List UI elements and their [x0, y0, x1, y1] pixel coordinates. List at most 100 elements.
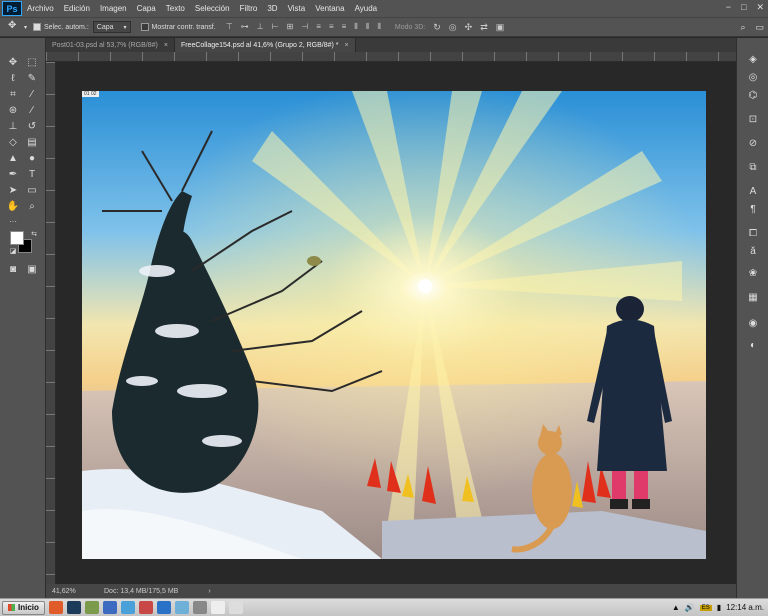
- show-transform-checkbox[interactable]: [140, 23, 149, 31]
- menu-filtro[interactable]: Filtro: [235, 4, 263, 13]
- folder-taskbar-icon[interactable]: [174, 601, 189, 614]
- explorer-taskbar-icon[interactable]: [102, 601, 117, 614]
- quick-mask-icon[interactable]: ◙: [6, 262, 20, 276]
- start-button[interactable]: Inicio: [2, 600, 45, 615]
- roll-3d-icon[interactable]: ◎: [449, 22, 457, 33]
- libraries-icon[interactable]: ⧉: [746, 160, 760, 174]
- clock[interactable]: 12:14 a.m.: [726, 603, 764, 612]
- pen-icon[interactable]: ✒: [6, 167, 20, 181]
- type-icon[interactable]: T: [25, 167, 39, 181]
- distribute-hcenter-icon[interactable]: ⦀: [366, 22, 370, 32]
- tab-freecollage154[interactable]: FreeCollage154.psd al 41,6% (Grupo 2, RG…: [174, 38, 356, 52]
- default-colors-icon[interactable]: ◪: [6, 244, 20, 258]
- auto-select-dropdown[interactable]: Capa ▾: [92, 21, 131, 33]
- foreground-color-swatch[interactable]: [10, 231, 24, 245]
- history-brush-icon[interactable]: ↺: [25, 119, 39, 133]
- layers-icon[interactable]: ◈: [746, 52, 760, 66]
- menu-seleccion[interactable]: Selección: [190, 4, 235, 13]
- illustrator-taskbar-icon[interactable]: [138, 601, 153, 614]
- auto-select-checkbox[interactable]: [33, 23, 42, 31]
- close-icon[interactable]: ×: [345, 42, 349, 49]
- styles-icon[interactable]: ◉: [746, 316, 760, 330]
- align-bottom-icon[interactable]: ⊥: [257, 22, 264, 32]
- menu-vista[interactable]: Vista: [283, 4, 311, 13]
- distribute-vcenter-icon[interactable]: ≡: [329, 22, 334, 32]
- channels-icon[interactable]: ◎: [746, 70, 760, 84]
- app3-taskbar-icon[interactable]: [210, 601, 225, 614]
- app2-taskbar-icon[interactable]: [192, 601, 207, 614]
- properties-icon[interactable]: ◐: [746, 338, 760, 352]
- swap-colors-icon[interactable]: ⇆: [27, 227, 41, 241]
- brave-browser-icon[interactable]: [48, 601, 63, 614]
- lasso-icon[interactable]: ℓ: [6, 71, 20, 85]
- shape-icon[interactable]: ▭: [25, 183, 39, 197]
- canvas-area[interactable]: 01 02: [56, 62, 736, 584]
- eyedropper-icon[interactable]: ⁄: [25, 87, 39, 101]
- align-vcenter-icon[interactable]: ⊶: [241, 22, 249, 32]
- paragraph-icon[interactable]: ¶: [746, 202, 760, 216]
- volume-icon[interactable]: 🔊: [685, 603, 695, 612]
- scale-3d-icon[interactable]: ▣: [496, 22, 505, 33]
- character-icon[interactable]: A: [746, 184, 760, 198]
- slide-3d-icon[interactable]: ⇄: [480, 22, 488, 33]
- blur-icon[interactable]: ▲: [6, 151, 20, 165]
- horizontal-ruler[interactable]: [46, 52, 736, 62]
- close-button[interactable]: ✕: [756, 2, 764, 13]
- clone-source-icon[interactable]: ⧠: [746, 226, 760, 240]
- align-hcenter-icon[interactable]: ⊞: [287, 22, 294, 32]
- status-menu-arrow-icon[interactable]: ›: [208, 588, 210, 595]
- menu-edicion[interactable]: Edición: [59, 4, 95, 13]
- menu-texto[interactable]: Texto: [161, 4, 190, 13]
- stamp-icon[interactable]: ⊥: [6, 119, 20, 133]
- tool-preset-chevron-icon[interactable]: ▾: [24, 24, 27, 31]
- move-icon[interactable]: ✥: [6, 55, 20, 69]
- glyphs-icon[interactable]: ǎ: [746, 244, 760, 258]
- quick-select-icon[interactable]: ✎: [25, 71, 39, 85]
- vertical-ruler[interactable]: [46, 62, 56, 584]
- app-taskbar-icon[interactable]: [84, 601, 99, 614]
- language-badge[interactable]: ES: [699, 604, 712, 611]
- dodge-icon[interactable]: ●: [25, 151, 39, 165]
- swatches-icon[interactable]: ▦: [746, 290, 760, 304]
- screen-mode-icon[interactable]: ▣: [25, 262, 39, 276]
- distribute-bottom-icon[interactable]: ≡: [342, 22, 347, 32]
- maximize-button[interactable]: □: [741, 2, 746, 13]
- gradient-icon[interactable]: ▤: [25, 135, 39, 149]
- hand-icon[interactable]: ✋: [6, 199, 20, 213]
- drive-taskbar-icon[interactable]: [120, 601, 135, 614]
- close-icon[interactable]: ×: [164, 42, 168, 49]
- zoom-icon[interactable]: ⌕: [25, 199, 39, 213]
- network-icon[interactable]: ▮: [717, 603, 721, 612]
- orbit-3d-icon[interactable]: ↻: [433, 22, 441, 33]
- distribute-right-icon[interactable]: ⦀: [377, 22, 381, 32]
- align-left-icon[interactable]: ⊢: [272, 22, 279, 32]
- pan-3d-icon[interactable]: ✣: [465, 22, 473, 33]
- workspace-icon[interactable]: ▭: [755, 22, 764, 33]
- distribute-top-icon[interactable]: ≡: [316, 22, 321, 32]
- paths-icon[interactable]: ⌬: [746, 88, 760, 102]
- eraser-icon[interactable]: ◇: [6, 135, 20, 149]
- minimize-button[interactable]: −: [726, 2, 731, 13]
- app4-taskbar-icon[interactable]: [228, 601, 243, 614]
- healing-icon[interactable]: ⊛: [6, 103, 20, 117]
- crop-icon[interactable]: ⌗: [6, 87, 20, 101]
- menu-archivo[interactable]: Archivo: [22, 4, 59, 13]
- photoshop-taskbar-icon[interactable]: [66, 601, 81, 614]
- menu-3d[interactable]: 3D: [262, 4, 282, 13]
- history-icon[interactable]: ⊡: [746, 112, 760, 126]
- menu-ventana[interactable]: Ventana: [310, 4, 349, 13]
- menu-ayuda[interactable]: Ayuda: [350, 4, 383, 13]
- move-tool-icon[interactable]: ✥: [8, 20, 22, 34]
- menu-capa[interactable]: Capa: [132, 4, 161, 13]
- menu-imagen[interactable]: Imagen: [95, 4, 132, 13]
- document-image[interactable]: 01 02: [82, 91, 706, 559]
- zoom-level[interactable]: 41,62%: [52, 588, 96, 595]
- align-right-icon[interactable]: ⊣: [301, 22, 308, 32]
- marquee-icon[interactable]: ⬚: [25, 55, 39, 69]
- tab-post01[interactable]: Post01-03.psd al 53,7% (RGB/8#) ×: [46, 38, 175, 52]
- path-select-icon[interactable]: ➤: [6, 183, 20, 197]
- brush-icon[interactable]: ∕: [25, 103, 39, 117]
- tray-up-icon[interactable]: ▲: [672, 603, 680, 612]
- search-icon[interactable]: ⌕: [740, 22, 745, 33]
- align-top-icon[interactable]: ⊤: [226, 22, 233, 32]
